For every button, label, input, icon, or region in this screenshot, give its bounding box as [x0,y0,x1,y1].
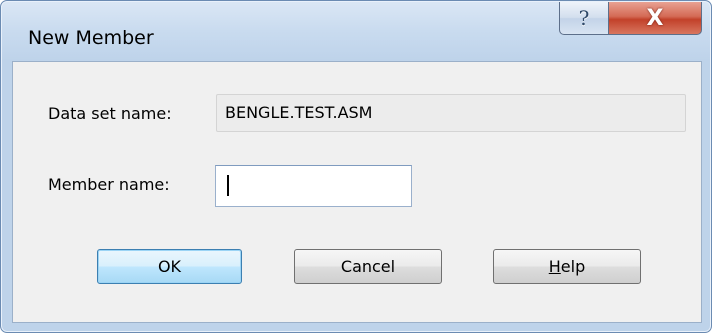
close-icon: X [646,5,664,31]
help-mnemonic: H [548,257,561,276]
member-name-label: Member name: [48,175,170,194]
title-help-button[interactable]: ? [559,2,609,35]
dialog-title: New Member [28,27,154,49]
cancel-button[interactable]: Cancel [294,249,442,284]
dialog-body: Data set name: BENGLE.TEST.ASM Member na… [12,61,702,323]
text-caret [227,175,229,196]
dialog-window: New Member ? X Data set name: BENGLE.TES… [0,0,712,333]
help-label-rest: elp [560,257,586,276]
question-mark-icon: ? [578,6,590,30]
help-button[interactable]: Help [493,249,641,284]
title-close-button[interactable]: X [608,2,702,35]
member-name-input[interactable] [215,165,412,207]
dataset-name-label: Data set name: [48,104,172,123]
ok-button[interactable]: OK [97,249,242,284]
dataset-name-value: BENGLE.TEST.ASM [216,94,686,132]
